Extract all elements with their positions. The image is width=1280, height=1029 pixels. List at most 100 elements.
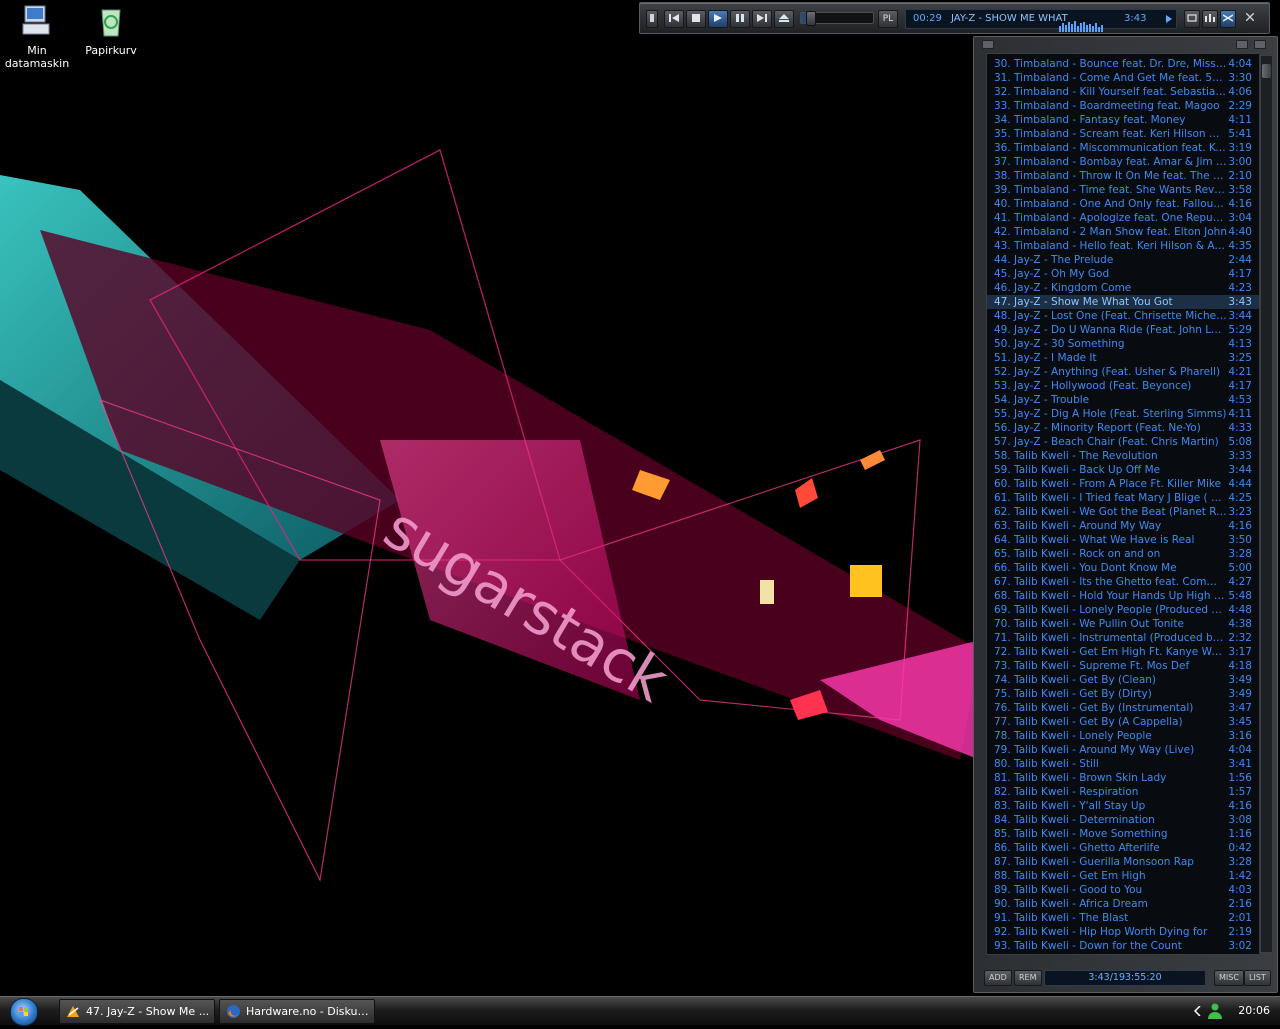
playlist-row[interactable]: 76. Talib Kweli - Get By (Instrumental) 3… xyxy=(987,701,1259,715)
playlist-row[interactable]: 85. Talib Kweli - Move Something 1:16 xyxy=(987,827,1259,841)
playlist-row[interactable]: 59. Talib Kweli - Back Up Off Me 3:44 xyxy=(987,463,1259,477)
next-button[interactable] xyxy=(752,10,772,28)
playlist-close-button[interactable] xyxy=(1254,40,1266,49)
playlist-row[interactable]: 86. Talib Kweli - Ghetto Afterlife 0:42 xyxy=(987,841,1259,855)
playlist-row[interactable]: 65. Talib Kweli - Rock on and on 3:28 xyxy=(987,547,1259,561)
playlist-row[interactable]: 40. Timbaland - One And Only feat. Fallo… xyxy=(987,197,1259,211)
close-button[interactable] xyxy=(1244,10,1256,26)
desktop-icon-my-computer[interactable]: Min datamaskin xyxy=(0,2,74,70)
playlist-row[interactable]: 91. Talib Kweli - The Blast 2:01 xyxy=(987,911,1259,925)
playlist-row[interactable]: 66. Talib Kweli - You Dont Know Me 5:00 xyxy=(987,561,1259,575)
playlist-row[interactable]: 84. Talib Kweli - Determination 3:08 xyxy=(987,813,1259,827)
playlist-row[interactable]: 72. Talib Kweli - Get Em High Ft. Kanye … xyxy=(987,645,1259,659)
chevron-left-icon[interactable] xyxy=(1194,1006,1202,1016)
eject-button[interactable] xyxy=(774,10,794,28)
menu-button[interactable] xyxy=(646,10,658,28)
playlist-row[interactable]: 93. Talib Kweli - Down for the Count 3:02 xyxy=(987,939,1259,953)
misc-button[interactable]: MISC xyxy=(1214,970,1244,986)
playlist-row[interactable]: 57. Jay-Z - Beach Chair (Feat. Chris Mar… xyxy=(987,435,1259,449)
playlist-row[interactable]: 35. Timbaland - Scream feat. Keri Hilson… xyxy=(987,127,1259,141)
playlist-row[interactable]: 51. Jay-Z - I Made It 3:25 xyxy=(987,351,1259,365)
playlist-titlebar[interactable] xyxy=(980,40,1270,49)
playlist-row[interactable]: 64. Talib Kweli - What We Have is Real 3:… xyxy=(987,533,1259,547)
repeat-button[interactable] xyxy=(1184,10,1200,28)
playlist-toggle-button[interactable]: PL xyxy=(878,10,898,28)
playlist-menu-button[interactable] xyxy=(982,40,994,49)
playlist-row[interactable]: 70. Talib Kweli - We Pullin Out Tonite 4:… xyxy=(987,617,1259,631)
playlist-row[interactable]: 34. Timbaland - Fantasy feat. Money 4:11 xyxy=(987,113,1259,127)
playlist-row[interactable]: 80. Talib Kweli - Still 3:41 xyxy=(987,757,1259,771)
playlist-row[interactable]: 77. Talib Kweli - Get By (A Cappella) 3:4… xyxy=(987,715,1259,729)
playlist-row[interactable]: 45. Jay-Z - Oh My God 4:17 xyxy=(987,267,1259,281)
track-title-cell: 92. Talib Kweli - Hip Hop Worth Dying fo… xyxy=(994,926,1208,938)
previous-button[interactable] xyxy=(664,10,684,28)
playlist-row[interactable]: 42. Timbaland - 2 Man Show feat. Elton J… xyxy=(987,225,1259,239)
playlist-row[interactable]: 30. Timbaland - Bounce feat. Dr. Dre, Mi… xyxy=(987,57,1259,71)
playlist-row[interactable]: 62. Talib Kweli - We Got the Beat (Plane… xyxy=(987,505,1259,519)
playlist-row[interactable]: 48. Jay-Z - Lost One (Feat. Chrisette Mi… xyxy=(987,309,1259,323)
playlist-row[interactable]: 32. Timbaland - Kill Yourself feat. Seba… xyxy=(987,85,1259,99)
playlist-row[interactable]: 52. Jay-Z - Anything (Feat. Usher & Phar… xyxy=(987,365,1259,379)
playlist-row[interactable]: 38. Timbaland - Throw It On Me feat. The… xyxy=(987,169,1259,183)
shuffle-button[interactable] xyxy=(1220,10,1236,28)
playlist-row[interactable]: 55. Jay-Z - Dig A Hole (Feat. Sterling S… xyxy=(987,407,1259,421)
playlist-row[interactable]: 67. Talib Kweli - Its the Ghetto feat. C… xyxy=(987,575,1259,589)
playlist-row[interactable]: 60. Talib Kweli - From A Place Ft. Kille… xyxy=(987,477,1259,491)
playlist-row[interactable]: 43. Timbaland - Hello feat. Keri Hilson … xyxy=(987,239,1259,253)
playlist-row[interactable]: 87. Talib Kweli - Guerilla Monsoon Rap 3:… xyxy=(987,855,1259,869)
playlist-row[interactable]: 53. Jay-Z - Hollywood (Feat. Beyonce) 4:1… xyxy=(987,379,1259,393)
list-button[interactable]: LIST xyxy=(1244,970,1271,986)
pause-button[interactable] xyxy=(730,10,750,28)
playlist-scroll-knob[interactable] xyxy=(1262,64,1271,78)
playlist-row[interactable]: 50. Jay-Z - 30 Something 4:13 xyxy=(987,337,1259,351)
playlist-list[interactable]: 30. Timbaland - Bounce feat. Dr. Dre, Mi… xyxy=(986,53,1260,955)
seek-bar[interactable] xyxy=(800,11,874,26)
playlist-row[interactable]: 49. Jay-Z - Do U Wanna Ride (Feat. John … xyxy=(987,323,1259,337)
playlist-row[interactable]: 36. Timbaland - Miscommunication feat. K… xyxy=(987,141,1259,155)
track-title-cell: 58. Talib Kweli - The Revolution xyxy=(994,450,1158,462)
playlist-row[interactable]: 37. Timbaland - Bombay feat. Amar & Jim … xyxy=(987,155,1259,169)
playlist-row[interactable]: 89. Talib Kweli - Good to You 4:03 xyxy=(987,883,1259,897)
playlist-shade-button[interactable] xyxy=(1236,40,1248,49)
user-icon[interactable] xyxy=(1208,1003,1222,1019)
playlist-row[interactable]: 33. Timbaland - Boardmeeting feat. Magoo… xyxy=(987,99,1259,113)
playlist-row[interactable]: 81. Talib Kweli - Brown Skin Lady 1:56 xyxy=(987,771,1259,785)
playlist-row[interactable]: 71. Talib Kweli - Instrumental (Produced… xyxy=(987,631,1259,645)
playlist-row[interactable]: 63. Talib Kweli - Around My Way 4:16 xyxy=(987,519,1259,533)
playlist-row[interactable]: 47. Jay-Z - Show Me What You Got 3:43 xyxy=(987,295,1259,309)
taskbar-button-winamp[interactable]: 47. Jay-Z - Show Me ... xyxy=(59,999,215,1024)
playlist-row[interactable]: 68. Talib Kweli - Hold Your Hands Up Hig… xyxy=(987,589,1259,603)
winamp-icon xyxy=(67,1006,79,1017)
seek-knob[interactable] xyxy=(806,11,817,26)
desktop-icon-recycle-bin[interactable]: Papirkurv xyxy=(74,2,148,57)
playlist-row[interactable]: 41. Timbaland - Apologize feat. One Repu… xyxy=(987,211,1259,225)
playlist-row[interactable]: 78. Talib Kweli - Lonely People 3:16 xyxy=(987,729,1259,743)
add-button[interactable]: ADD xyxy=(984,970,1012,986)
playlist-row[interactable]: 75. Talib Kweli - Get By (Dirty) 3:49 xyxy=(987,687,1259,701)
track-title-cell: 83. Talib Kweli - Y'all Stay Up xyxy=(994,800,1146,812)
playlist-scrollbar[interactable] xyxy=(1260,55,1273,953)
playlist-row[interactable]: 74. Talib Kweli - Get By (Clean) 3:49 xyxy=(987,673,1259,687)
playlist-row[interactable]: 39. Timbaland - Time feat. She Wants Rev… xyxy=(987,183,1259,197)
playlist-row[interactable]: 88. Talib Kweli - Get Em High 1:42 xyxy=(987,869,1259,883)
play-button[interactable] xyxy=(708,10,728,28)
playlist-row[interactable]: 92. Talib Kweli - Hip Hop Worth Dying fo… xyxy=(987,925,1259,939)
stop-button[interactable] xyxy=(686,10,706,28)
playlist-row[interactable]: 82. Talib Kweli - Respiration 1:57 xyxy=(987,785,1259,799)
playlist-row[interactable]: 83. Talib Kweli - Y'all Stay Up 4:16 xyxy=(987,799,1259,813)
playlist-row[interactable]: 54. Jay-Z - Trouble 4:53 xyxy=(987,393,1259,407)
start-button[interactable] xyxy=(10,998,38,1026)
playlist-row[interactable]: 61. Talib Kweli - I Tried feat Mary J Bl… xyxy=(987,491,1259,505)
playlist-row[interactable]: 90. Talib Kweli - Africa Dream 2:16 xyxy=(987,897,1259,911)
equalizer-button[interactable] xyxy=(1202,10,1218,28)
playlist-row[interactable]: 56. Jay-Z - Minority Report (Feat. Ne-Yo… xyxy=(987,421,1259,435)
playlist-row[interactable]: 69. Talib Kweli - Lonely People (Produce… xyxy=(987,603,1259,617)
taskbar-button-firefox[interactable]: Hardware.no - Diskus... xyxy=(219,999,375,1024)
playlist-row[interactable]: 73. Talib Kweli - Supreme Ft. Mos Def 4:1… xyxy=(987,659,1259,673)
playlist-row[interactable]: 46. Jay-Z - Kingdom Come 4:23 xyxy=(987,281,1259,295)
playlist-row[interactable]: 79. Talib Kweli - Around My Way (Live) 4:… xyxy=(987,743,1259,757)
playlist-row[interactable]: 58. Talib Kweli - The Revolution 3:33 xyxy=(987,449,1259,463)
playlist-row[interactable]: 44. Jay-Z - The Prelude 2:44 xyxy=(987,253,1259,267)
remove-button[interactable]: REM xyxy=(1014,970,1042,986)
playlist-row[interactable]: 31. Timbaland - Come And Get Me feat. 50… xyxy=(987,71,1259,85)
